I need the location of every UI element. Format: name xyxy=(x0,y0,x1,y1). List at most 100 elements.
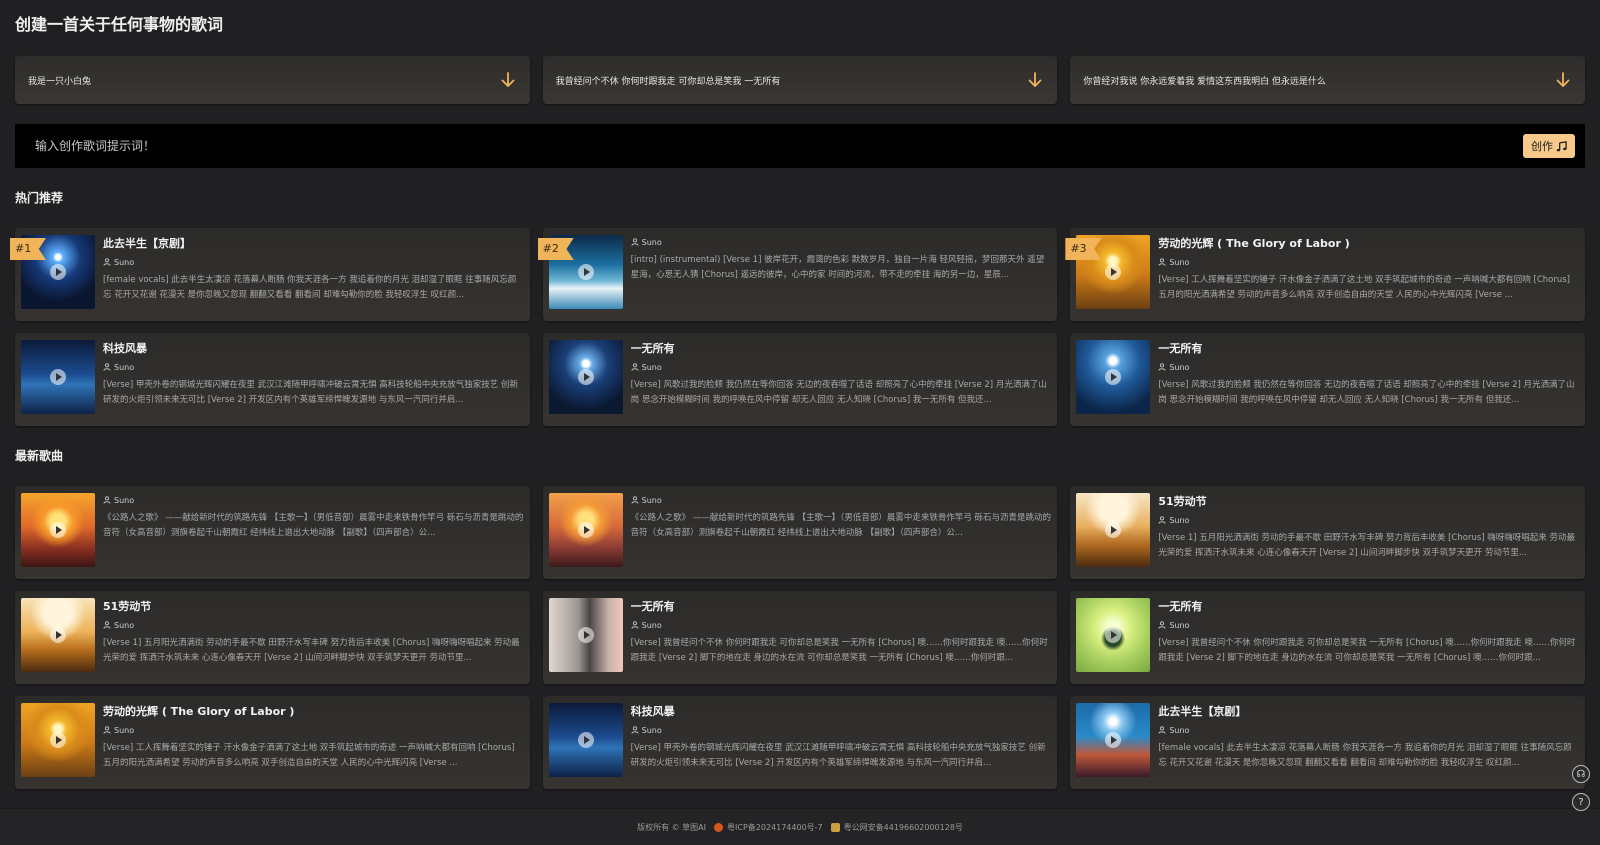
song-author: Suno xyxy=(631,236,1052,248)
section-title-latest: 最新歌曲 xyxy=(15,449,64,463)
song-title: 一无所有 xyxy=(630,342,675,355)
song-card[interactable]: 51劳动节 Suno [Verse 1] 五月阳光洒满街 劳动的手最不歇 田野汗水写… xyxy=(15,591,530,684)
song-cover[interactable] xyxy=(1076,598,1151,672)
play-icon[interactable] xyxy=(577,732,594,748)
user-icon xyxy=(103,258,111,266)
song-author: Suno xyxy=(631,724,1052,736)
song-info: 此去半生【京剧】 Suno [female vocals] 此去半生太凄凉 花落幕人… xyxy=(1158,702,1579,783)
song-lyrics: [Verse 1] 五月阳光洒满街 劳动的手最不歇 田野汗水写丰碑 努力背后丰收… xyxy=(103,638,520,663)
footer-copyright: 版权所有 © 草图AI xyxy=(637,822,706,832)
author-name: Suno xyxy=(1169,257,1190,267)
play-icon[interactable] xyxy=(50,369,66,385)
song-lyrics: [Verse] 工人挥舞着坚实的锤子 汗水像金子洒满了这土地 双手筑起城市的奇迹… xyxy=(1158,275,1570,300)
song-card[interactable]: 一无所有 Suno [Verse] 风歌过我的脸颊 我仍然在等你回答 无边的夜吞噬了… xyxy=(1070,333,1585,426)
song-card[interactable]: #3 劳动的光辉 ( The Glory of Labor ) Suno [Vers… xyxy=(1065,228,1585,321)
footer: 版权所有 © 草图AI 粤ICP备2024174400号-7 粤公网安备4419… xyxy=(0,808,1600,845)
play-icon[interactable] xyxy=(577,369,594,385)
song-info: 一无所有 Suno [Verse] 风歌过我的脸颊 我仍然在等你回答 无边的夜吞噬了… xyxy=(631,339,1052,420)
song-info: 一无所有 Suno [Verse] 我曾经问个不休 你何时跟我走 可你却总是笑我 一… xyxy=(1158,597,1579,678)
user-icon xyxy=(631,363,639,371)
song-lyrics: [Verse] 我曾经问个不休 你何时跟我走 可你却总是笑我 一无所有 [Cho… xyxy=(630,638,1048,663)
song-cover[interactable] xyxy=(21,598,95,672)
arrow-down-icon[interactable] xyxy=(1027,72,1043,88)
create-button[interactable]: 创作 xyxy=(1523,134,1575,158)
song-cover[interactable] xyxy=(21,703,95,777)
user-icon xyxy=(103,726,111,734)
song-card[interactable]: 科技风暴 Suno [Verse] 甲壳外卷的钢城光辉闪耀在夜里 武汉江滩随甲呼啸冲… xyxy=(15,333,530,426)
song-card[interactable]: #1 此去半生【京剧】 Suno [female vocals] 此去半生太凄凉 花… xyxy=(10,228,530,321)
arrow-down-icon[interactable] xyxy=(1555,72,1571,88)
help-icon[interactable]: ? xyxy=(1572,793,1590,811)
author-name: Suno xyxy=(1169,515,1190,525)
song-info: 一无所有 Suno [Verse] 风歌过我的脸颊 我仍然在等你回答 无边的夜吞噬了… xyxy=(1158,339,1579,420)
song-cover[interactable] xyxy=(548,340,623,414)
play-icon[interactable] xyxy=(50,627,66,643)
song-info: 一无所有 Suno [Verse] 我曾经问个不休 你何时跟我走 可你却总是笑我 一… xyxy=(631,597,1052,678)
author-name: Suno xyxy=(1169,620,1190,630)
play-icon[interactable] xyxy=(50,732,66,748)
song-cover[interactable] xyxy=(21,493,95,567)
section-title-hot: 热门推荐 xyxy=(15,191,64,205)
footer-icp[interactable]: 粤ICP备2024174400号-7 xyxy=(727,822,823,833)
song-card[interactable]: 一无所有 Suno [Verse] 风歌过我的脸颊 我仍然在等你回答 无边的夜吞噬了… xyxy=(542,333,1058,426)
play-icon[interactable] xyxy=(577,522,594,538)
song-cover[interactable] xyxy=(548,598,623,672)
song-lyrics: [Verse 1] 五月阳光洒满街 劳动的手最不歇 田野汗水写丰碑 努力背后丰收… xyxy=(1158,533,1575,558)
song-cover[interactable] xyxy=(21,340,95,414)
song-author: Suno xyxy=(103,619,524,631)
song-cover[interactable] xyxy=(1076,340,1151,414)
song-title: 科技风暴 xyxy=(103,342,147,355)
suggestion-text: 我曾经问个不休 你何时跟我走 可你却总是笑我 一无所有 xyxy=(555,76,781,87)
song-cover[interactable] xyxy=(548,493,623,567)
song-author: Suno xyxy=(1158,514,1579,526)
song-cover[interactable] xyxy=(1076,493,1151,567)
song-info: 劳动的光辉 ( The Glory of Labor ) Suno [Verse] … xyxy=(1158,234,1579,315)
song-card[interactable]: 此去半生【京剧】 Suno [female vocals] 此去半生太凄凉 花落幕人… xyxy=(1070,696,1585,789)
song-card[interactable]: 科技风暴 Suno [Verse] 甲壳外卷的钢城光辉闪耀在夜里 武汉江滩随甲呼啸冲… xyxy=(542,696,1058,789)
suggestion-card[interactable]: 我是一只小白兔 xyxy=(15,56,530,104)
customer-service-icon[interactable]: ☊ xyxy=(1572,765,1590,783)
song-info: 科技风暴 Suno [Verse] 甲壳外卷的钢城光辉闪耀在夜里 武汉江滩随甲呼啸冲… xyxy=(631,702,1052,783)
song-info: Suno [intro] (instrumental) [Verse 1] 彼岸花… xyxy=(631,234,1052,315)
song-card[interactable]: 一无所有 Suno [Verse] 我曾经问个不休 你何时跟我走 可你却总是笑我 一… xyxy=(542,591,1058,684)
author-name: Suno xyxy=(641,495,662,505)
song-card[interactable]: 劳动的光辉 ( The Glory of Labor ) Suno [Verse] … xyxy=(15,696,530,789)
prompt-input[interactable] xyxy=(35,139,1523,153)
arrow-down-icon[interactable] xyxy=(500,72,516,88)
author-name: Suno xyxy=(114,257,135,267)
song-lyrics: [Verse] 甲壳外卷的钢城光辉闪耀在夜里 武汉江滩随甲呼啸冲破云霄无惧 高科… xyxy=(630,743,1046,768)
suggestion-card[interactable]: 你曾经对我说 你永远爱着我 爱情这东西我明白 但永远是什么 xyxy=(1070,56,1586,104)
song-card[interactable]: #2 Suno [intro] (instrumental) [Verse 1] … xyxy=(537,228,1058,321)
play-icon[interactable] xyxy=(50,522,66,538)
song-author: Suno xyxy=(1158,361,1579,373)
play-icon[interactable] xyxy=(50,264,66,280)
song-cover[interactable] xyxy=(1076,703,1151,777)
play-icon[interactable] xyxy=(577,627,594,643)
footer-police[interactable]: 粤公网安备44196602000128号 xyxy=(844,822,963,833)
play-icon[interactable] xyxy=(577,264,594,280)
create-button-label: 创作 xyxy=(1531,140,1553,153)
song-card[interactable]: 51劳动节 Suno [Verse 1] 五月阳光洒满街 劳动的手最不歇 田野汗水写… xyxy=(1070,486,1585,579)
song-author: Suno xyxy=(631,361,1052,373)
hot-songs-grid: #1 此去半生【京剧】 Suno [female vocals] 此去半生太凄凉 花… xyxy=(10,228,1585,426)
song-cover[interactable] xyxy=(548,703,623,777)
song-card[interactable]: Suno 《公路人之歌》 ——献给新时代的筑路先锋 【主歌一】（男低音部）晨雾中走… xyxy=(542,486,1058,579)
song-title: 51劳动节 xyxy=(103,600,152,613)
song-card[interactable]: Suno 《公路人之歌》 ——献给新时代的筑路先锋 【主歌一】（男低音部）晨雾中走… xyxy=(15,486,530,579)
song-card[interactable]: 一无所有 Suno [Verse] 我曾经问个不休 你何时跟我走 可你却总是笑我 一… xyxy=(1070,591,1585,684)
song-info: Suno 《公路人之歌》 ——献给新时代的筑路先锋 【主歌一】（男低音部）晨雾中走… xyxy=(103,492,524,573)
song-author: Suno xyxy=(103,494,524,506)
song-author: Suno xyxy=(103,256,524,268)
author-name: Suno xyxy=(641,620,662,630)
user-icon xyxy=(1158,516,1166,524)
song-lyrics: [intro] (instrumental) [Verse 1] 彼岸花开，霞蔼… xyxy=(630,255,1045,280)
song-info: 51劳动节 Suno [Verse 1] 五月阳光洒满街 劳动的手最不歇 田野汗水写… xyxy=(103,597,524,678)
user-icon xyxy=(1158,258,1166,266)
song-title: 一无所有 xyxy=(1158,600,1203,613)
user-icon xyxy=(631,726,639,734)
police-badge-icon xyxy=(830,822,840,832)
song-title: 科技风暴 xyxy=(630,705,675,718)
song-info: 科技风暴 Suno [Verse] 甲壳外卷的钢城光辉闪耀在夜里 武汉江滩随甲呼啸冲… xyxy=(103,339,524,420)
icp-icon xyxy=(714,822,723,832)
suggestion-card[interactable]: 我曾经问个不休 你何时跟我走 可你却总是笑我 一无所有 xyxy=(542,56,1058,104)
